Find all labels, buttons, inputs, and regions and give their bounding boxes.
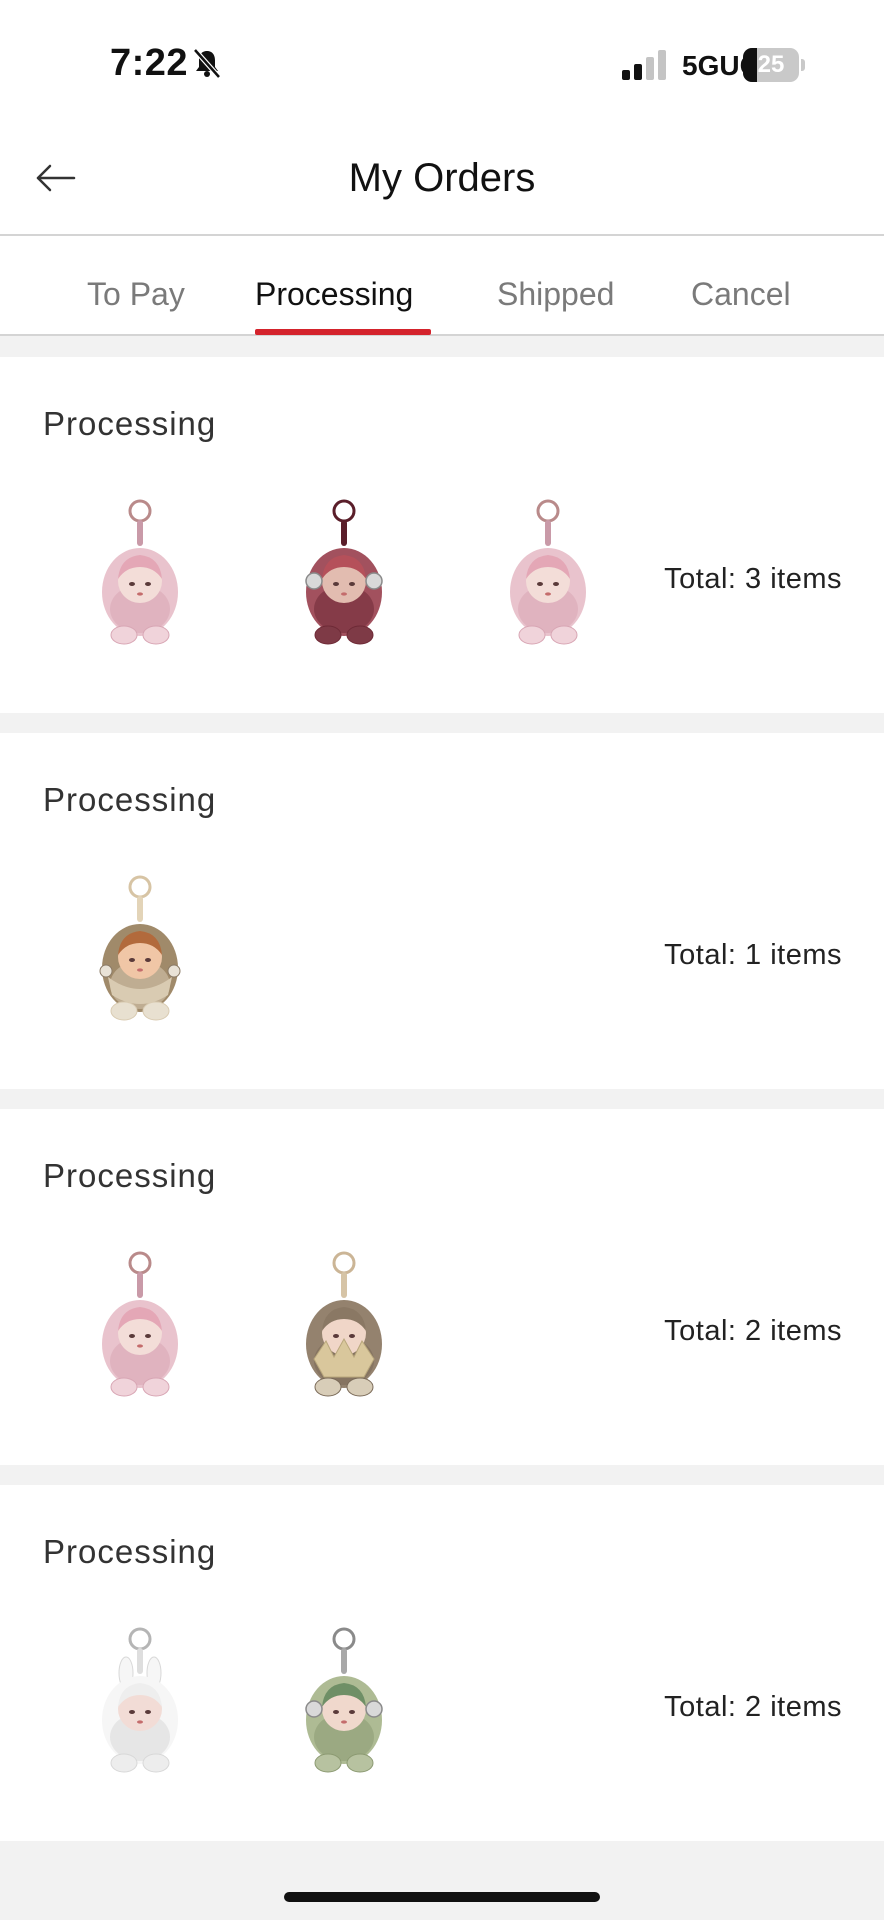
tab-cancel[interactable]: Cancel xyxy=(691,276,791,313)
product-thumbnail[interactable] xyxy=(80,497,200,657)
plush-keychain-image xyxy=(102,1251,178,1397)
tab-processing[interactable]: Processing xyxy=(255,276,413,313)
bell-muted-icon xyxy=(193,48,221,79)
plush-keychain-image xyxy=(102,1627,178,1773)
order-status: Processing xyxy=(43,405,217,442)
plush-keychain-image xyxy=(306,1251,382,1397)
nav-header: My Orders xyxy=(0,120,884,236)
page-title: My Orders xyxy=(348,156,536,200)
order-total: Total: 2 items xyxy=(664,1691,842,1723)
plush-keychain-image xyxy=(102,499,178,645)
order-card[interactable]: Processing Total: 2 items xyxy=(0,1485,884,1841)
order-total: Total: 3 items xyxy=(664,563,842,595)
tab-to-pay[interactable]: To Pay xyxy=(87,276,185,313)
product-thumbnail[interactable] xyxy=(488,497,608,657)
order-card[interactable]: Processing Total: 1 items xyxy=(0,733,884,1089)
product-thumbnail[interactable] xyxy=(80,873,200,1033)
product-thumbnail[interactable] xyxy=(80,1249,200,1409)
cellular-signal-icon xyxy=(622,50,666,80)
battery-icon: 25 xyxy=(743,48,805,82)
product-thumbnail[interactable] xyxy=(284,1625,404,1785)
order-card[interactable]: Processing Total: 3 items xyxy=(0,357,884,713)
order-status: Processing xyxy=(43,1157,217,1194)
product-thumbnail[interactable] xyxy=(284,497,404,657)
order-status: Processing xyxy=(43,1533,217,1570)
plush-keychain-image xyxy=(305,1627,383,1773)
orders-page: 7:22 5GUC 25 My Orders To Pay Processing… xyxy=(0,0,884,1920)
status-bar: 7:22 5GUC 25 xyxy=(0,0,884,120)
product-thumbnail[interactable] xyxy=(80,1625,200,1785)
status-time: 7:22 xyxy=(110,42,189,84)
order-status: Processing xyxy=(43,781,217,818)
order-total: Total: 1 items xyxy=(664,939,842,971)
product-thumbnail[interactable] xyxy=(284,1249,404,1409)
order-card[interactable]: Processing Total: 2 items xyxy=(0,1109,884,1465)
plush-keychain-image xyxy=(305,499,383,645)
home-indicator xyxy=(284,1892,600,1902)
plush-keychain-image xyxy=(99,875,181,1021)
order-total: Total: 2 items xyxy=(664,1315,842,1347)
plush-keychain-image xyxy=(510,499,586,645)
order-status-tabs: To Pay Processing Shipped Cancel xyxy=(0,236,884,336)
active-tab-indicator xyxy=(255,329,431,335)
tab-shipped[interactable]: Shipped xyxy=(497,276,614,313)
battery-level-text: 25 xyxy=(757,51,785,78)
